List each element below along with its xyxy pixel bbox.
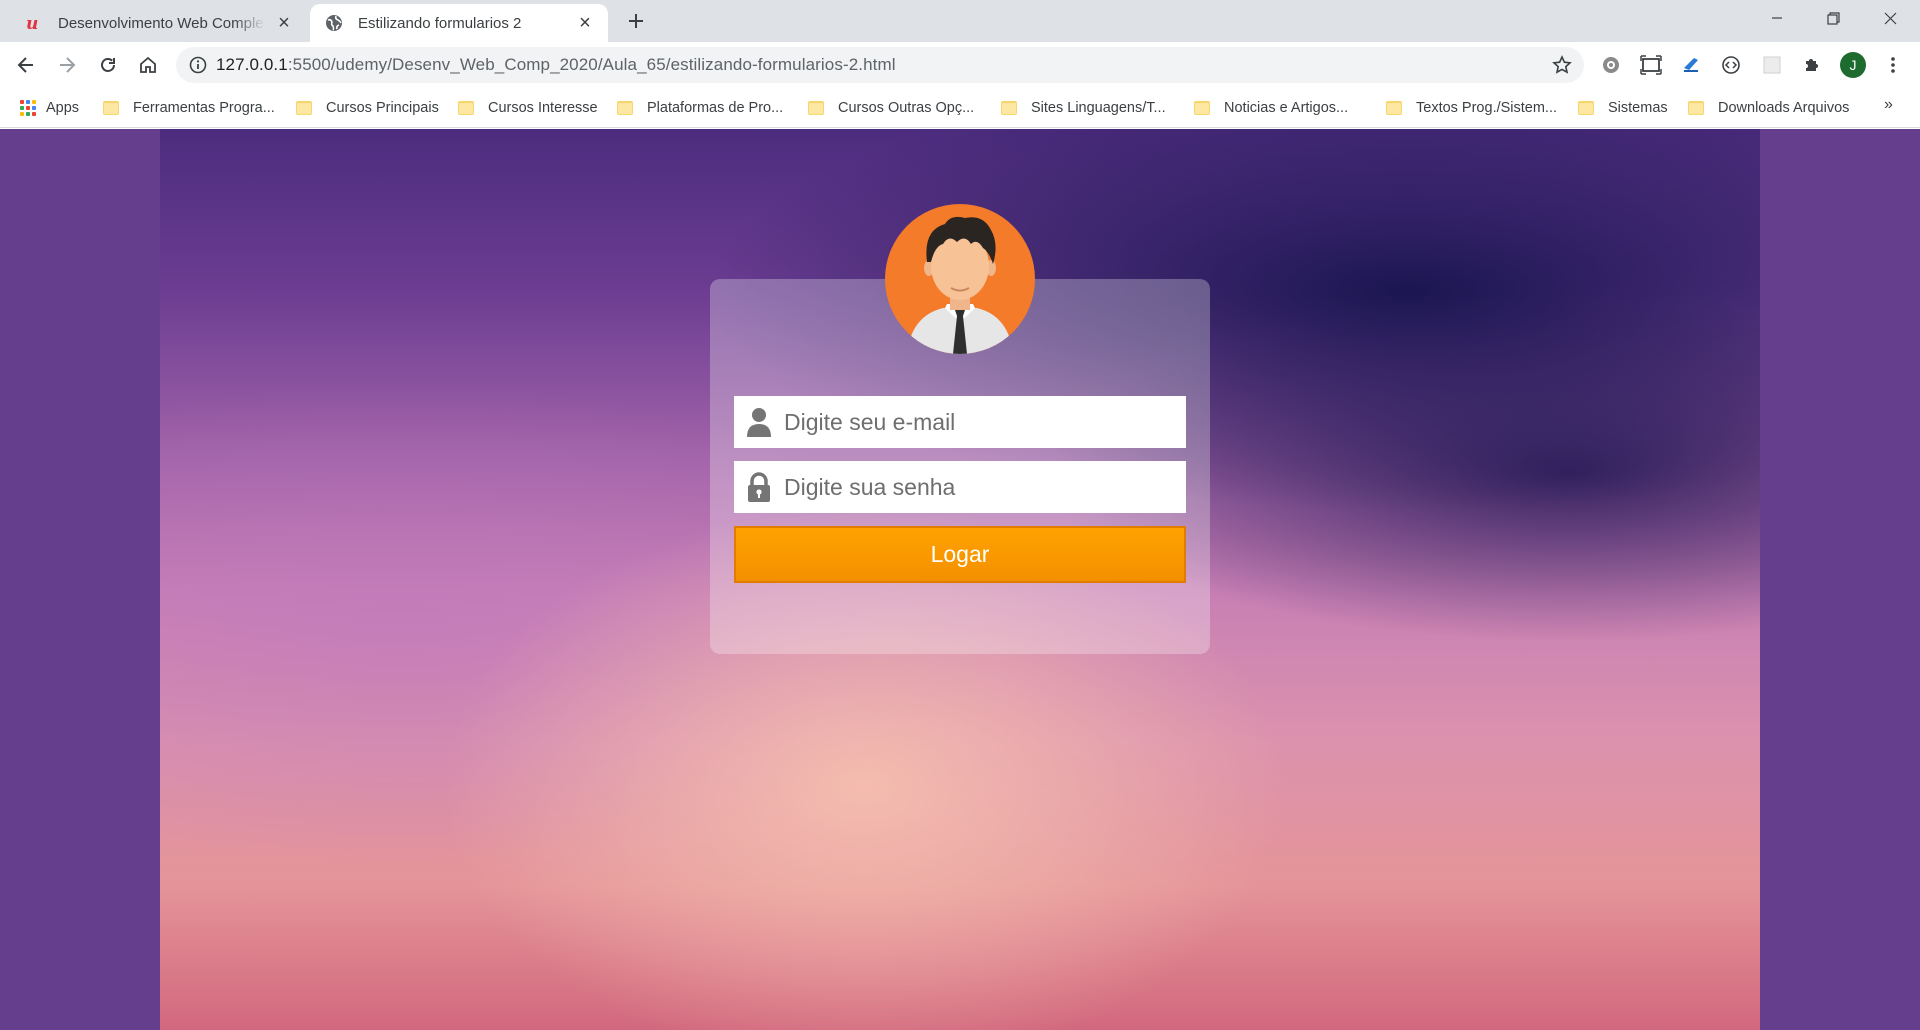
bookmark-label: Ferramentas Progra... [133,100,275,116]
blue-extension-icon[interactable] [1677,51,1705,79]
folder-icon [1194,101,1210,115]
folder-icon [103,101,119,115]
folder-icon [1688,101,1704,115]
bookmark-label: Sites Linguagens/T... [1031,100,1166,116]
tab-strip: u Desenvolvimento Web Completo × Estiliz… [0,0,1920,42]
user-avatar-icon [885,204,1035,354]
more-bookmarks-button[interactable]: » [1884,96,1893,114]
folder-icon [296,101,312,115]
page-viewport: Logar [0,129,1920,1030]
bookmark-label: Noticias e Artigos... [1224,100,1349,116]
password-input[interactable] [784,467,1174,507]
tab-estilizando-formularios[interactable]: Estilizando formularios 2 × [310,4,608,42]
bookmark-star-icon[interactable] [1550,53,1574,77]
bookmark-folder[interactable]: Cursos Interesse [458,96,598,120]
url-text[interactable]: 127.0.0.1:5500/udemy/Desenv_Web_Comp_202… [216,55,896,75]
url-host: 127.0.0.1 [216,55,288,74]
tab-desenvolvimento-web[interactable]: u Desenvolvimento Web Completo × [10,4,307,42]
tab-title: Estilizando formularios 2 [358,14,522,32]
tab-title: Desenvolvimento Web Completo [58,14,265,32]
bookmark-label: Cursos Interesse [488,100,598,116]
user-icon [744,406,774,438]
folder-icon [1386,101,1402,115]
password-field[interactable] [734,461,1186,513]
folder-icon [808,101,824,115]
bookmark-folder[interactable]: Plataformas de Pro... [617,96,783,120]
lock-icon [744,471,774,503]
new-tab-button[interactable] [624,9,648,33]
close-window-button[interactable] [1862,0,1919,36]
forward-button[interactable] [51,49,83,81]
bookmark-folder[interactable]: Sites Linguagens/T... [1001,96,1166,120]
code-extension-icon[interactable] [1717,51,1745,79]
bookmark-label: Apps [46,100,80,116]
bookmark-folder[interactable]: Sistemas [1578,96,1668,120]
reload-button[interactable] [92,49,124,81]
restore-button[interactable] [1805,0,1862,36]
folder-icon [458,101,474,115]
bookmark-label: Plataformas de Pro... [647,100,784,116]
minimize-button[interactable] [1748,0,1805,36]
bookmark-label: Downloads Arquivos [1718,100,1850,116]
globe-icon [324,13,344,33]
email-field[interactable] [734,396,1186,448]
extension-gear-icon[interactable] [1597,51,1625,79]
bookmarks-bar: Apps Ferramentas Progra... Cursos Princi… [0,88,1920,128]
folder-icon [1001,101,1017,115]
bookmark-folder[interactable]: Ferramentas Progra... [103,96,275,120]
bookmark-label: Sistemas [1608,100,1668,116]
bookmark-folder[interactable]: Downloads Arquivos [1688,96,1849,120]
bookmark-folder[interactable]: Cursos Outras Opç... [808,96,974,120]
info-icon[interactable] [180,47,216,83]
udemy-icon: u [24,13,44,33]
bookmark-apps[interactable]: Apps [20,96,79,120]
bookmark-folder[interactable]: Cursos Principais [296,96,439,120]
home-button[interactable] [132,49,164,81]
browser-toolbar: 127.0.0.1:5500/udemy/Desenv_Web_Comp_202… [0,42,1920,88]
bookmark-folder[interactable]: Textos Prog./Sistem... [1386,96,1557,120]
folder-icon [1578,101,1594,115]
close-icon[interactable]: × [576,12,594,34]
address-bar[interactable]: 127.0.0.1:5500/udemy/Desenv_Web_Comp_202… [176,47,1584,83]
folder-icon [617,101,633,115]
bookmark-label: Textos Prog./Sistem... [1416,100,1558,116]
bookmark-label: Cursos Principais [326,100,439,116]
bookmark-label: Cursos Outras Opç... [838,100,975,116]
profile-initial: J [1840,52,1866,78]
svg-text:u: u [26,15,38,31]
email-input[interactable] [784,402,1174,442]
url-path: :5500/udemy/Desenv_Web_Comp_2020/Aula_65… [287,55,896,74]
menu-kebab-icon[interactable] [1879,51,1907,79]
profile-avatar[interactable]: J [1839,51,1867,79]
bookmark-folder[interactable]: Noticias e Artigos... [1194,96,1348,120]
apps-grid-icon [20,100,36,116]
puzzle-extensions-icon[interactable] [1798,51,1826,79]
blank-extension-icon[interactable] [1758,51,1786,79]
screenshot-extension-icon[interactable] [1637,51,1665,79]
close-icon[interactable]: × [275,12,293,34]
login-button[interactable]: Logar [734,526,1186,583]
back-button[interactable] [10,49,42,81]
